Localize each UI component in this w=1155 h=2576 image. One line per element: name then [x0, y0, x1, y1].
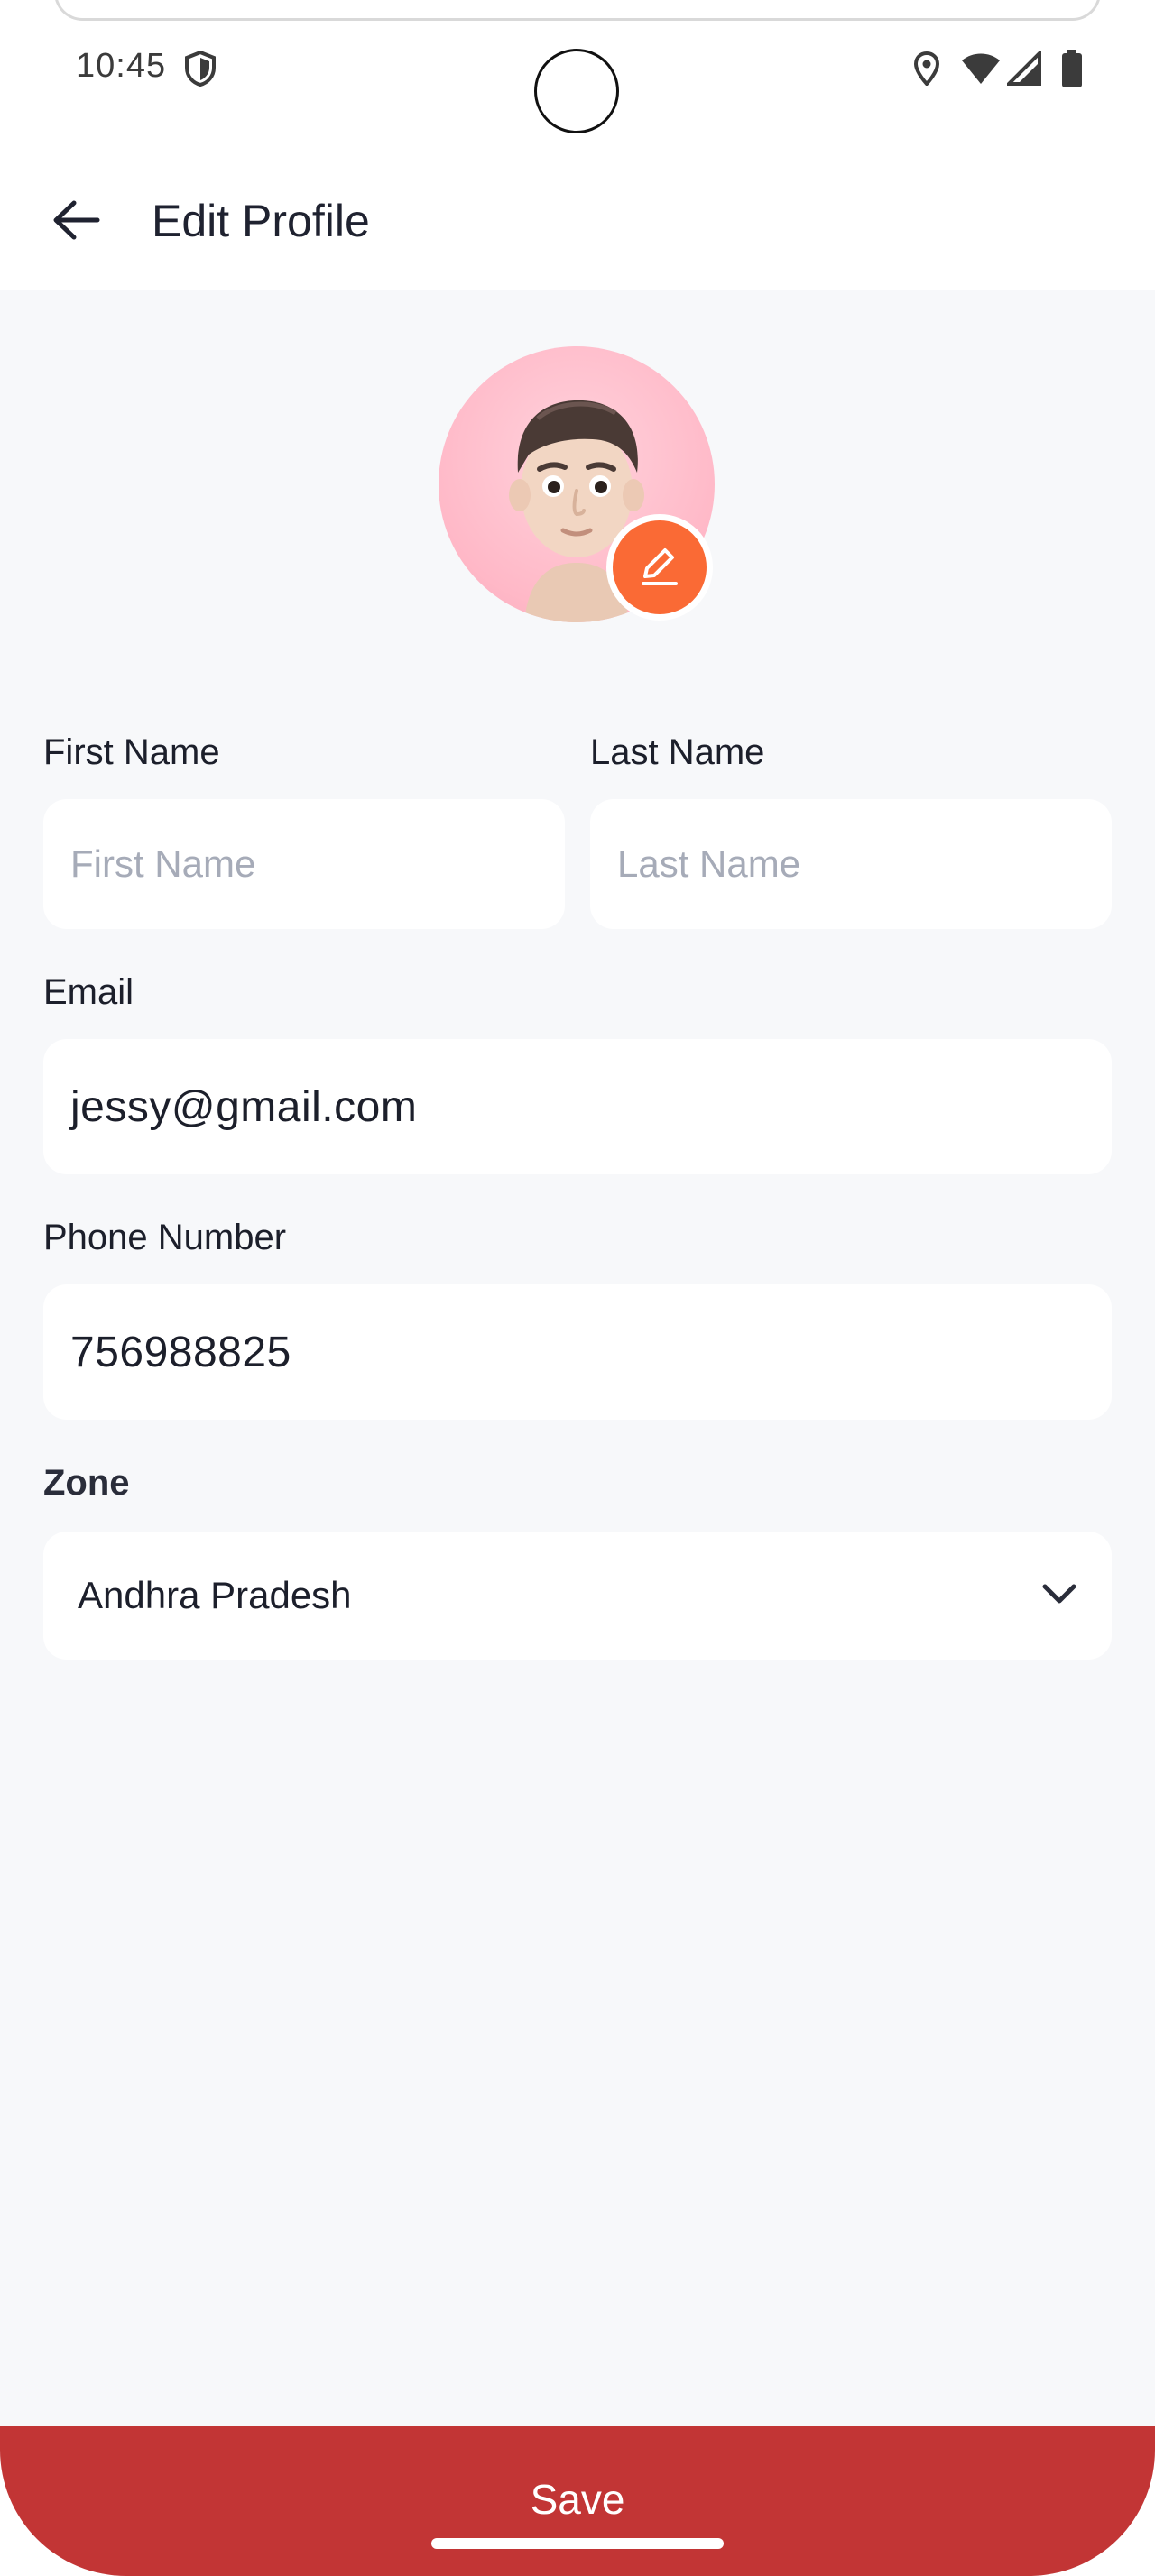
signal-icon [1007, 51, 1041, 86]
battery-icon [1061, 50, 1083, 87]
shield-icon [184, 50, 217, 87]
first-name-placeholder: First Name [70, 842, 256, 885]
save-button[interactable]: Save [0, 2426, 1155, 2576]
email-value: jessy@gmail.com [70, 1082, 418, 1131]
page-title: Edit Profile [152, 196, 370, 246]
first-name-label: First Name [43, 732, 220, 772]
status-time: 10:45 [76, 47, 167, 85]
app-bar: Edit Profile [0, 153, 1155, 290]
edit-avatar-button[interactable] [606, 514, 713, 621]
zone-label: Zone [43, 1463, 130, 1503]
wifi-icon [960, 51, 1002, 86]
email-label: Email [43, 972, 134, 1012]
status-bar: 10:45 [0, 0, 1155, 144]
pencil-icon [634, 540, 685, 595]
email-field[interactable]: jessy@gmail.com [43, 1039, 1112, 1174]
home-indicator[interactable] [431, 2538, 724, 2549]
location-icon [913, 51, 940, 86]
phone-field[interactable]: 756988825 [43, 1284, 1112, 1420]
avatar-container [439, 346, 718, 626]
chevron-down-icon [1041, 1581, 1077, 1611]
arrow-left-icon [51, 198, 101, 246]
last-name-placeholder: Last Name [617, 842, 801, 885]
zone-select[interactable]: Andhra Pradesh [43, 1532, 1112, 1660]
last-name-input[interactable]: Last Name [590, 799, 1112, 929]
phone-value: 756988825 [70, 1328, 291, 1376]
last-name-label: Last Name [590, 732, 765, 772]
first-name-input[interactable]: First Name [43, 799, 565, 929]
front-camera [534, 49, 619, 133]
save-label: Save [530, 2476, 625, 2523]
zone-selected-value: Andhra Pradesh [78, 1574, 352, 1616]
status-icons [913, 50, 1083, 87]
back-button[interactable] [43, 189, 108, 254]
edit-badge-inner [613, 520, 707, 614]
edit-profile-form: First Name Last Name First Name Last Nam… [0, 290, 1155, 2428]
phone-label: Phone Number [43, 1218, 287, 1257]
